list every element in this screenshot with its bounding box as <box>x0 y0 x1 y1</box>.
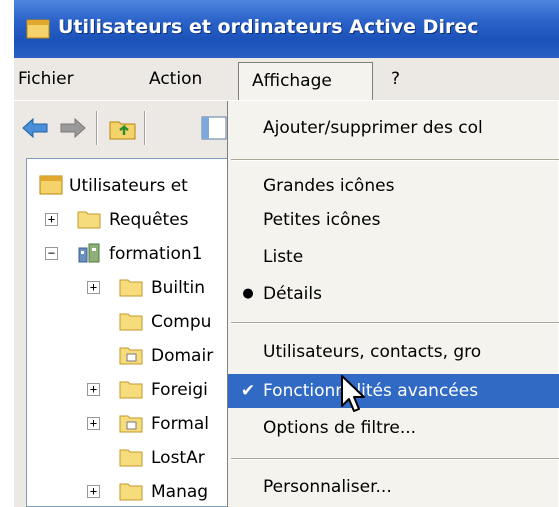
menu-item-label: Personnaliser... <box>263 477 392 497</box>
menu-separator <box>231 458 559 460</box>
radio-bullet-icon: ● <box>242 286 254 301</box>
app-icon <box>26 19 50 39</box>
menu-help[interactable]: ? <box>391 66 400 92</box>
menu-affichage-label: Affichage <box>252 71 332 91</box>
menu-item-label: Options de filtre... <box>263 418 417 438</box>
menu-item-users-contacts-groups[interactable]: Utilisateurs, contacts, gro <box>228 335 559 369</box>
menu-item-small-icons[interactable]: Petites icônes <box>228 203 559 237</box>
checkmark-icon: ✔ <box>240 381 256 401</box>
menu-item-label: Petites icônes <box>263 210 381 230</box>
window-title: Utilisateurs et ordinateurs Active Direc <box>58 16 479 38</box>
menu-item-filter-options[interactable]: Options de filtre... <box>228 411 559 445</box>
tree-item-label: Foreigi <box>151 380 208 400</box>
menu-action[interactable]: Action <box>149 66 202 92</box>
folder-icon <box>119 381 143 399</box>
up-folder-icon[interactable] <box>108 113 138 143</box>
folder-icon <box>119 449 143 467</box>
menu-item-advanced-features[interactable]: ✔ Fonctionnalités avancées <box>228 374 559 408</box>
expand-toggle[interactable]: + <box>87 281 100 294</box>
menu-item-label: Grandes icônes <box>263 176 395 196</box>
menu-item-customize[interactable]: Personnaliser... <box>228 470 559 504</box>
menu-item-add-remove-columns[interactable]: Ajouter/supprimer des col <box>228 111 559 145</box>
menu-item-label: Détails <box>263 284 322 304</box>
tree-item-label: Domair <box>151 346 214 366</box>
tree-item-label: Builtin <box>151 278 206 298</box>
menu-item-label: Utilisateurs, contacts, gro <box>263 342 482 362</box>
expand-toggle[interactable]: + <box>45 213 58 226</box>
menu-bar: Fichier Action Affichage ? <box>14 58 559 102</box>
folder-icon <box>119 279 143 297</box>
ou-folder-icon <box>119 415 143 433</box>
folder-icon <box>119 483 143 501</box>
expand-toggle[interactable]: + <box>87 485 100 498</box>
domain-icon <box>78 243 100 263</box>
menu-item-label: Fonctionnalités avancées <box>263 381 479 401</box>
menu-affichage[interactable]: Affichage <box>238 62 373 102</box>
folder-icon <box>119 313 143 331</box>
toolbar-separator-2 <box>144 111 146 145</box>
menu-fichier[interactable]: Fichier <box>18 66 74 92</box>
tree-item-label: Formal <box>151 414 209 434</box>
toolbar-separator <box>96 111 98 145</box>
menu-separator <box>231 159 559 161</box>
ou-folder-icon <box>119 347 143 365</box>
menu-item-label: Ajouter/supprimer des col <box>263 118 483 138</box>
root-icon <box>39 175 63 195</box>
menu-item-list[interactable]: Liste <box>228 240 559 274</box>
collapse-toggle[interactable]: − <box>45 247 58 260</box>
menu-item-details[interactable]: ● Détails <box>228 277 559 311</box>
back-arrow-icon[interactable] <box>20 113 50 143</box>
affichage-dropdown-menu: Ajouter/supprimer des col Grandes icônes… <box>227 101 559 507</box>
tree-item-label: Utilisateurs et <box>69 176 188 196</box>
view-icon[interactable] <box>200 113 230 143</box>
tree-item-label: Manag <box>151 482 209 502</box>
menu-item-large-icons[interactable]: Grandes icônes <box>228 169 559 203</box>
folder-icon <box>77 211 101 229</box>
expand-toggle[interactable]: + <box>87 383 100 396</box>
tree-item-label: formation1 <box>109 244 203 264</box>
tree-item-label: Compu <box>151 312 212 332</box>
menu-separator <box>231 322 559 324</box>
title-bar[interactable]: Utilisateurs et ordinateurs Active Direc <box>14 0 559 58</box>
tree-item-label: LostAr <box>151 448 205 468</box>
mouse-cursor-icon <box>341 375 365 412</box>
forward-arrow-icon[interactable] <box>58 113 88 143</box>
expand-toggle[interactable]: + <box>87 417 100 430</box>
tree-item-label: Requêtes <box>109 210 189 230</box>
menu-item-label: Liste <box>263 247 304 267</box>
